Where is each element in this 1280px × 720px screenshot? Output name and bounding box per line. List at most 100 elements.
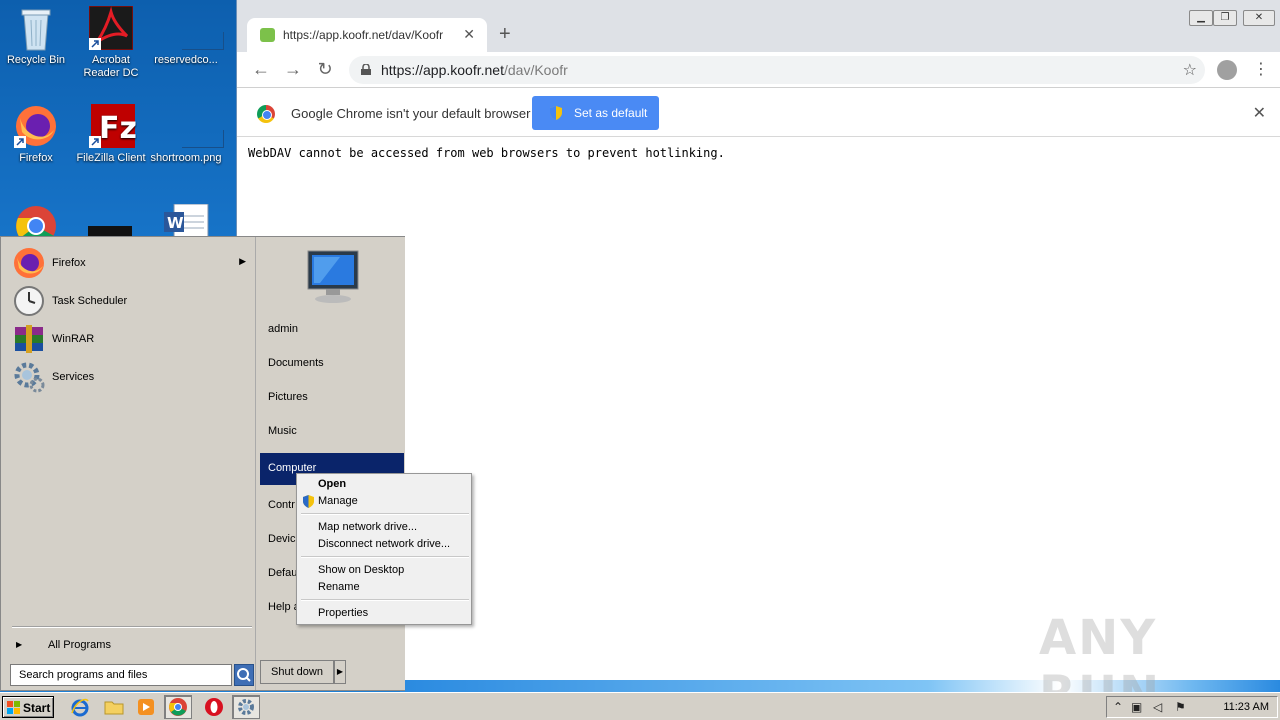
program-label: Task Scheduler (52, 295, 128, 307)
program-services[interactable]: Services (10, 360, 250, 394)
desktop-icon-firefox[interactable]: Firefox (0, 104, 74, 165)
desktop-icon-label: reservedco... (154, 54, 218, 66)
menu-item-label: Show on Desktop (318, 564, 405, 576)
menu-item-disconnect-network-drive[interactable]: Disconnect network drive... (299, 536, 469, 553)
program-label: WinRAR (52, 333, 95, 345)
arrow-right-icon: ▶ (336, 667, 344, 676)
address-bar[interactable]: https://app.koofr.net/dav/Koofr ☆ (349, 56, 1205, 84)
computer-icon (307, 250, 359, 303)
place-label: Defau (268, 567, 298, 579)
start-menu-programs-pane: Firefox ▶ Task Scheduler WinRAR Services… (4, 240, 254, 686)
folder-icon[interactable] (104, 697, 124, 717)
volume-icon[interactable]: ◁ (1153, 700, 1162, 714)
reload-button[interactable]: ↻ (313, 58, 337, 82)
forward-button[interactable]: → (281, 58, 305, 82)
acrobat-icon (88, 5, 134, 51)
taskbar: Start ⌃ ▣ ◁ ⚑ 11:23 AM (0, 692, 1280, 720)
desktop-icon-recycle-bin[interactable]: Recycle Bin (0, 6, 74, 67)
place-documents[interactable]: Documents (260, 348, 404, 380)
url-path: /dav/Koofr (503, 62, 568, 78)
program-label: Firefox (52, 257, 86, 269)
desktop-icon-acrobat[interactable]: Acrobat Reader DC (73, 5, 149, 80)
place-label: Contr (268, 499, 295, 511)
services-taskbar-button[interactable] (232, 695, 260, 719)
place-label: Music (268, 425, 297, 437)
start-button[interactable]: Start (2, 696, 54, 718)
place-label: admin (268, 323, 298, 335)
browser-tab[interactable]: https://app.koofr.net/dav/Koofr ✕ (247, 18, 487, 52)
clock[interactable]: 11:23 AM (1223, 701, 1269, 713)
desktop-icon-reservedco[interactable]: reservedco... (148, 6, 224, 67)
shutdown-options-button[interactable]: ▶ (334, 660, 346, 684)
shutdown-button[interactable]: Shut down (260, 660, 334, 684)
internet-explorer-icon[interactable] (70, 697, 90, 717)
search-icon (237, 668, 251, 682)
minimize-button[interactable]: ▁ (1189, 10, 1213, 26)
program-firefox[interactable]: Firefox ▶ (10, 246, 250, 280)
all-programs-label: All Programs (48, 639, 111, 651)
tab-close-icon[interactable]: ✕ (463, 26, 475, 43)
chrome-tabstrip: ▁ ❐ ✕ https://app.koofr.net/dav/Koofr ✕ … (237, 0, 1280, 52)
system-tray: ⌃ ▣ ◁ ⚑ 11:23 AM (1106, 696, 1278, 718)
profile-avatar-icon[interactable] (1217, 60, 1237, 80)
start-search-input[interactable]: Search programs and files (10, 664, 232, 686)
uac-shield-icon (550, 106, 562, 120)
infobar-close-icon[interactable]: ✕ (1253, 103, 1266, 123)
action-center-flag-icon[interactable]: ⚑ (1175, 700, 1186, 714)
tab-title: https://app.koofr.net/dav/Koofr (283, 28, 444, 42)
program-label: Services (52, 371, 95, 383)
place-music[interactable]: Music (260, 416, 404, 448)
chrome-desktop-icon[interactable] (14, 204, 58, 236)
koofr-favicon-icon (260, 28, 275, 42)
menu-item-rename[interactable]: Rename (299, 579, 469, 596)
place-pictures[interactable]: Pictures (260, 382, 404, 414)
menu-item-label: Disconnect network drive... (318, 538, 451, 550)
start-label: Start (23, 701, 51, 715)
desktop-icon-label: Firefox (19, 152, 53, 164)
network-icon[interactable]: ▣ (1131, 700, 1142, 714)
desktop-icon-filezilla[interactable]: Fz FileZilla Client (73, 104, 149, 165)
menu-item-map-network-drive[interactable]: Map network drive... (299, 519, 469, 536)
chrome-logo-icon (257, 105, 275, 123)
dark-app-desktop-icon[interactable] (88, 226, 132, 236)
plus-icon: + (499, 23, 511, 45)
menu-item-manage[interactable]: Manage (299, 493, 469, 510)
image-file-icon (164, 104, 224, 148)
program-winrar[interactable]: WinRAR (10, 322, 250, 356)
media-player-icon[interactable] (136, 697, 156, 717)
lock-icon (361, 64, 371, 75)
back-button[interactable]: ← (249, 58, 273, 82)
menu-item-show-on-desktop[interactable]: Show on Desktop (299, 562, 469, 579)
menu-separator (301, 513, 469, 515)
opera-icon[interactable] (204, 697, 224, 717)
menu-item-open[interactable]: Open (299, 476, 469, 493)
restore-button[interactable]: ❐ (1213, 10, 1237, 26)
set-as-default-button[interactable]: Set as default (532, 96, 659, 130)
close-icon: ✕ (1254, 12, 1264, 23)
clock-icon (14, 286, 44, 316)
url-host: https://app.koofr.net (381, 62, 504, 78)
place-admin[interactable]: admin (260, 314, 404, 346)
windows-flag-icon (7, 701, 20, 714)
menu-item-label: Manage (318, 495, 358, 507)
recycle-bin-icon (14, 6, 58, 51)
menu-item-label: Map network drive... (318, 521, 418, 533)
forward-arrow-icon: → (284, 59, 302, 79)
chrome-icon (169, 698, 187, 716)
new-tab-button[interactable]: + (499, 22, 511, 46)
chrome-menu-icon[interactable]: ⋮ (1253, 60, 1269, 80)
desktop-icon-shortroom[interactable]: shortroom.png (148, 104, 224, 165)
menu-item-properties[interactable]: Properties (299, 605, 469, 622)
menu-separator (301, 556, 469, 558)
program-task-scheduler[interactable]: Task Scheduler (10, 284, 250, 318)
show-hidden-icons-icon[interactable]: ⌃ (1113, 700, 1123, 714)
all-programs-button[interactable]: ▶ All Programs (14, 636, 244, 656)
word-document-desktop-icon[interactable]: W (164, 204, 210, 236)
close-window-button[interactable]: ✕ (1243, 10, 1275, 26)
page-content-text: WebDAV cannot be accessed from web brows… (248, 146, 725, 160)
desktop-icon-label: Acrobat Reader DC (83, 54, 139, 79)
search-button[interactable] (234, 664, 254, 686)
svg-text:Fz: Fz (99, 111, 137, 146)
bookmark-star-icon[interactable]: ☆ (1183, 60, 1197, 80)
chrome-taskbar-button[interactable] (164, 695, 192, 719)
